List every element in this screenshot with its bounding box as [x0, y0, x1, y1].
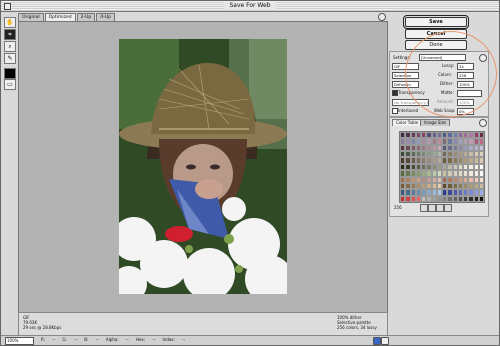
title-bar: Save For Web [1, 1, 499, 12]
color-count-text: 256 [394, 205, 402, 210]
browser-preview-icon[interactable] [373, 337, 381, 345]
eyedropper-color-swatch[interactable] [4, 68, 16, 79]
status-bar: GIF 79.03K 29 sec @ 28.8Kbps 100% dither… [18, 312, 388, 336]
color-table-footer: 256 [392, 204, 486, 212]
tab-color-table[interactable]: Color Table [392, 119, 423, 126]
close-box[interactable] [4, 3, 11, 10]
save-for-web-window: Save For Web ✋ ⌗ ⌕ ✎ ▭ Original Optimize… [0, 0, 500, 346]
zoom-select[interactable]: 100% [5, 337, 34, 345]
interlaced-label: Interlaced [398, 108, 419, 113]
snap-to-web-icon[interactable] [420, 204, 428, 212]
annotation-circle [405, 31, 497, 117]
toolbox: ✋ ⌗ ⌕ ✎ ▭ [4, 17, 16, 91]
preview-menu-icon[interactable] [378, 13, 386, 21]
tab-original[interactable]: Original [18, 13, 44, 21]
lock-color-icon[interactable] [428, 204, 436, 212]
tab-2-up[interactable]: 2-Up [76, 13, 96, 21]
window-title: Save For Web [223, 2, 277, 10]
color-table-menu-icon[interactable] [479, 119, 487, 127]
preview-image [119, 39, 287, 294]
color-table-panel: Color Table Image Size 256 [389, 117, 489, 217]
tab-optimized[interactable]: Optimized [44, 13, 76, 21]
color-table-grid[interactable] [399, 131, 485, 203]
hand-tool-icon[interactable]: ✋ [4, 17, 16, 28]
optimized-info: GIF 79.03K 29 sec @ 28.8Kbps [23, 315, 61, 330]
download-time-text: 29 sec @ 28.8Kbps [23, 325, 62, 330]
delete-color-icon[interactable] [444, 204, 452, 212]
eyedropper-tool-icon[interactable]: ✎ [4, 53, 16, 64]
browser-menu-icon[interactable] [381, 337, 389, 345]
tab-4-up[interactable]: 4-Up [96, 13, 115, 21]
save-button[interactable]: Save [403, 15, 469, 29]
bottom-bar: 100% R: -- G: -- B: -- Alpha: -- Hex: --… [1, 335, 499, 345]
view-tabs: Original Optimized 2-Up 4-Up [18, 13, 116, 21]
new-color-icon[interactable] [436, 204, 444, 212]
colors-info-text: 256 colors, 34 lossy [337, 325, 377, 330]
tab-image-size[interactable]: Image Size [420, 119, 451, 126]
slice-select-tool-icon[interactable]: ⌗ [4, 29, 16, 40]
color-readouts: R: -- G: -- B: -- Alpha: -- Hex: -- Inde… [41, 337, 186, 342]
zoom-tool-icon[interactable]: ⌕ [4, 41, 16, 52]
color-swatch[interactable] [478, 195, 484, 202]
toggle-slices-icon[interactable]: ▭ [4, 79, 16, 90]
optimization-info: 100% dither Selective palette 256 colors… [337, 315, 377, 330]
